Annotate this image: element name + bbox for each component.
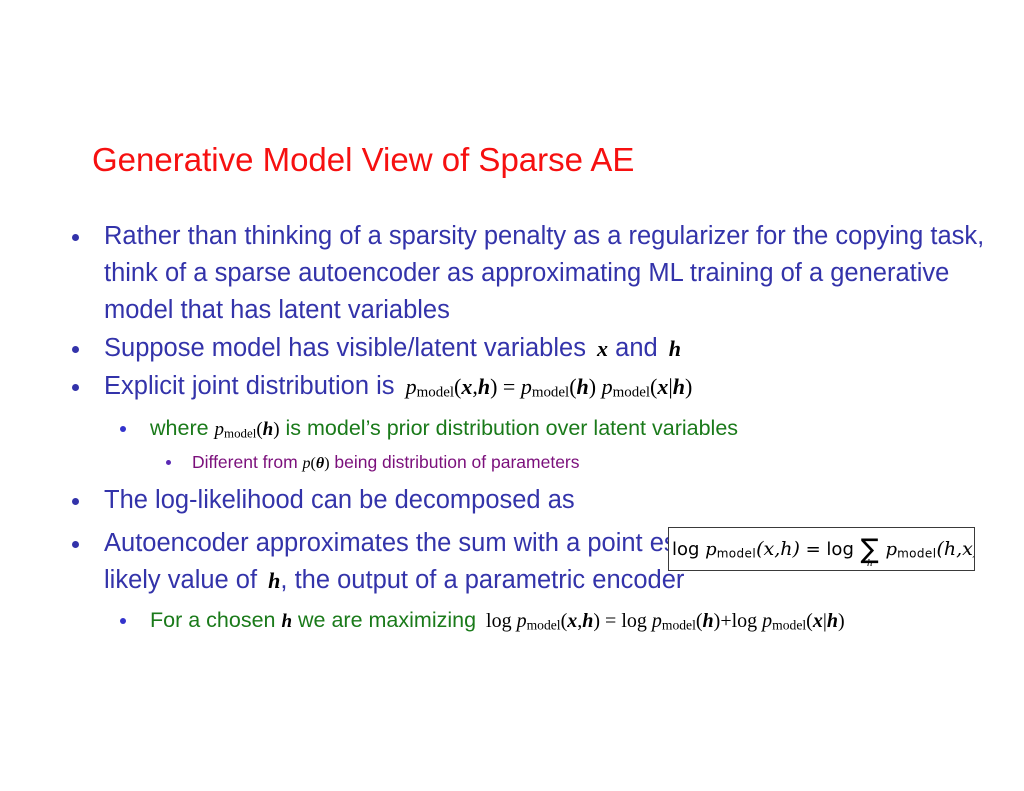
boxed-equation: log pmodel(x,h) = log ∑h pmodel(h,x)	[668, 527, 975, 571]
sub-bullet-text-before: where	[150, 415, 215, 440]
sub-sub-bullet-text-before: Different from	[192, 452, 303, 472]
math-log-decomposition: log pmodel(x,h) = log pmodel(h)+log pmod…	[486, 610, 845, 633]
bullet-item: Suppose model has visible/latent variabl…	[62, 330, 992, 367]
math-var-h: h	[268, 568, 281, 593]
slide-body: Rather than thinking of a sparsity penal…	[62, 218, 992, 641]
page-title: Generative Model View of Sparse AE	[92, 141, 635, 178]
bullet-text: Suppose model has visible/latent variabl…	[104, 334, 594, 362]
bullet-text: Rather than thinking of a sparsity penal…	[104, 222, 985, 324]
slide-canvas: Generative Model View of Sparse AE Rathe…	[0, 0, 1024, 791]
math-joint-distribution: pmodel(x,h) = pmodel(h) pmodel(x|h)	[405, 374, 693, 401]
sub-sub-bullet-item: Different from p(θ) being distribution o…	[62, 449, 992, 477]
summation-icon: ∑ h	[860, 533, 879, 569]
sub-bullet-text-after: is model’s prior distribution over laten…	[279, 415, 739, 440]
math-var-h: h	[668, 336, 682, 361]
sub-bullet-text-before: For a chosen	[150, 608, 282, 632]
bullet-text: Explicit joint distribution is	[104, 372, 402, 400]
math-prior-distribution: pmodel(h)	[214, 418, 280, 440]
bullet-text: The log-likelihood can be decomposed as	[104, 486, 575, 514]
math-var-h: h	[281, 611, 293, 632]
bullet-text-between: and	[608, 334, 665, 362]
math-var-x: x	[597, 336, 609, 361]
sub-bullet-text-mid: we are maximizing	[292, 608, 483, 632]
bullet-item: Rather than thinking of a sparsity penal…	[62, 218, 992, 329]
bullet-item: Explicit joint distribution is pmodel(x,…	[62, 368, 992, 412]
sub-sub-bullet-text-after: being distribution of parameters	[329, 452, 580, 472]
boxed-equation-content: log pmodel(x,h) = log ∑h pmodel(h,x)	[672, 533, 974, 569]
bullet-text-part2: , the output of a parametric encoder	[280, 566, 685, 594]
sub-bullet-item: where pmodel(h) is model’s prior distrib…	[62, 413, 992, 448]
bullet-item: The log-likelihood can be decomposed as	[62, 482, 992, 519]
sub-bullet-item: For a chosen h we are maximizing log pmo…	[62, 605, 992, 640]
math-theta-distribution: p(θ)	[302, 455, 330, 472]
